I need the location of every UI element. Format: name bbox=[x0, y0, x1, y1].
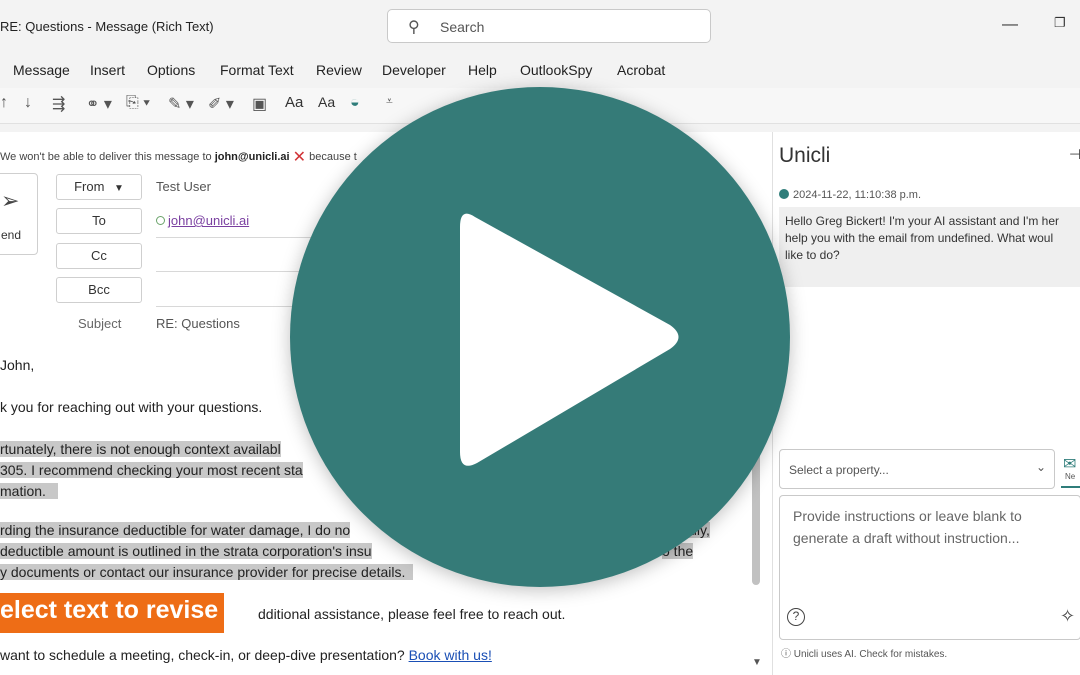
menu-format-text[interactable]: Format Text bbox=[220, 62, 294, 78]
menu-acrobat[interactable]: Acrobat bbox=[617, 62, 665, 78]
message-line: like to do? bbox=[785, 248, 840, 262]
link-icon[interactable]: ⚭ ▾ bbox=[86, 94, 112, 114]
send-label: end bbox=[1, 228, 22, 242]
menu-bar: Message Insert Options Format Text Revie… bbox=[0, 54, 1080, 88]
highlighted-text[interactable]: mation. bbox=[0, 483, 58, 499]
from-button[interactable]: From ▼ bbox=[56, 174, 142, 200]
send-icon: ➢ bbox=[1, 188, 20, 213]
body-greeting[interactable]: John, bbox=[0, 357, 34, 373]
search-input[interactable]: ⚲ Search bbox=[387, 9, 711, 43]
message-line: Hello Greg Bickert! I'm your AI assistan… bbox=[785, 214, 1060, 228]
down-arrow-icon[interactable]: ↓ bbox=[24, 94, 32, 112]
info-icon: ⓘ bbox=[781, 649, 791, 660]
restore-button[interactable]: ❐ bbox=[1054, 15, 1066, 31]
book-link[interactable]: Book with us! bbox=[409, 647, 492, 663]
placeholder-line: generate a draft without instruction... bbox=[793, 530, 1020, 546]
assistant-message: Hello Greg Bickert! I'm your AI assistan… bbox=[779, 207, 1080, 287]
window-title: RE: Questions - Message (Rich Text) bbox=[0, 19, 214, 34]
body-paragraph-3[interactable]: dditional assistance, please feel free t… bbox=[258, 606, 565, 622]
highlighted-text[interactable]: 305. I recommend checking your most rece… bbox=[0, 462, 303, 478]
meeting-text: want to schedule a meeting, check-in, or… bbox=[0, 647, 409, 663]
new-tab-label[interactable]: Ne bbox=[1065, 472, 1075, 481]
chat-timestamp: 2024-11-22, 11:10:38 p.m. bbox=[779, 188, 921, 201]
to-button[interactable]: To bbox=[56, 208, 142, 234]
instructions-placeholder: Provide instructions or leave blank to g… bbox=[793, 505, 1022, 549]
chevron-down-icon: ▼ bbox=[114, 183, 124, 194]
warning-prefix: We won't be able to deliver this message… bbox=[0, 151, 212, 163]
body-paragraph-1-line-2[interactable]: 305. I recommend checking your most rece… bbox=[0, 462, 303, 478]
timestamp-text: 2024-11-22, 11:10:38 p.m. bbox=[793, 189, 922, 201]
property-select-placeholder: Select a property... bbox=[789, 463, 889, 477]
search-icon: ⚲ bbox=[408, 19, 420, 36]
bcc-button[interactable]: Bcc bbox=[56, 277, 142, 303]
redo-arrow-icon[interactable]: ↑ bbox=[0, 94, 8, 112]
subject-field[interactable]: RE: Questions bbox=[156, 316, 240, 331]
body-thanks[interactable]: k you for reaching out with your questio… bbox=[0, 399, 262, 415]
menu-outlookspy[interactable]: OutlookSpy bbox=[520, 62, 592, 78]
generate-icon[interactable]: ✧ bbox=[1060, 606, 1075, 627]
highlight-icon[interactable]: ✐ ▾ bbox=[208, 94, 234, 114]
send-button[interactable]: ➢ end bbox=[0, 173, 38, 255]
menu-message[interactable]: Message bbox=[13, 62, 70, 78]
from-label: From bbox=[74, 179, 105, 194]
minimize-button[interactable]: — bbox=[1002, 16, 1018, 34]
new-mail-icon[interactable]: ✉ bbox=[1063, 454, 1076, 474]
unicli-panel: Unicli ⊣ 2024-11-22, 11:10:38 p.m. Hello… bbox=[772, 132, 1080, 675]
revise-badge[interactable]: elect text to revise bbox=[0, 593, 225, 633]
subject-label: Subject bbox=[78, 316, 122, 331]
signature-icon[interactable]: ✎ ▾ bbox=[168, 94, 194, 114]
menu-review[interactable]: Review bbox=[316, 62, 362, 78]
message-line: help you with the email from undefined. … bbox=[785, 231, 1054, 245]
picture-icon[interactable]: ▣ bbox=[252, 94, 267, 114]
title-bar: RE: Questions - Message (Rich Text) ⚲ Se… bbox=[0, 0, 1080, 54]
pin-icon[interactable]: ⊣ bbox=[1069, 146, 1080, 163]
menu-developer[interactable]: Developer bbox=[382, 62, 446, 78]
play-icon[interactable] bbox=[290, 87, 790, 587]
warning-email: john@unicli.ai bbox=[214, 151, 290, 163]
to-field[interactable]: john@unicli.ai bbox=[156, 213, 249, 228]
help-icon[interactable]: ? bbox=[787, 608, 805, 626]
scroll-down-icon[interactable]: ▼ bbox=[752, 657, 762, 668]
body-paragraph-4[interactable]: want to schedule a meeting, check-in, or… bbox=[0, 647, 492, 663]
ai-disclaimer: ⓘ Unicli uses AI. Check for mistakes. bbox=[781, 645, 947, 660]
search-placeholder: Search bbox=[440, 19, 485, 35]
chevron-down-icon: ⌄ bbox=[1036, 460, 1047, 474]
body-paragraph-1-line-1[interactable]: rtunately, there is not enough context a… bbox=[0, 441, 281, 457]
attach-icon[interactable]: ⎘ ▾ bbox=[126, 94, 150, 112]
menu-options[interactable]: Options bbox=[147, 62, 195, 78]
placeholder-line: Provide instructions or leave blank to bbox=[793, 508, 1022, 524]
highlighted-text[interactable]: rtunately, there is not enough context a… bbox=[0, 441, 281, 457]
body-paragraph-1-line-3[interactable]: mation. bbox=[0, 483, 58, 499]
active-tab-indicator bbox=[1061, 486, 1080, 488]
from-value: Test User bbox=[156, 179, 211, 194]
ignore-icon[interactable]: ⇶ bbox=[52, 94, 65, 114]
disclaimer-text: Unicli uses AI. Check for mistakes. bbox=[793, 649, 948, 660]
instructions-input[interactable]: Provide instructions or leave blank to g… bbox=[779, 495, 1080, 640]
property-select[interactable]: Select a property... ⌄ bbox=[779, 449, 1055, 489]
to-recipient[interactable]: john@unicli.ai bbox=[168, 213, 249, 228]
presence-icon bbox=[156, 216, 165, 225]
cc-button[interactable]: Cc bbox=[56, 243, 142, 269]
menu-help[interactable]: Help bbox=[468, 62, 497, 78]
menu-insert[interactable]: Insert bbox=[90, 62, 125, 78]
